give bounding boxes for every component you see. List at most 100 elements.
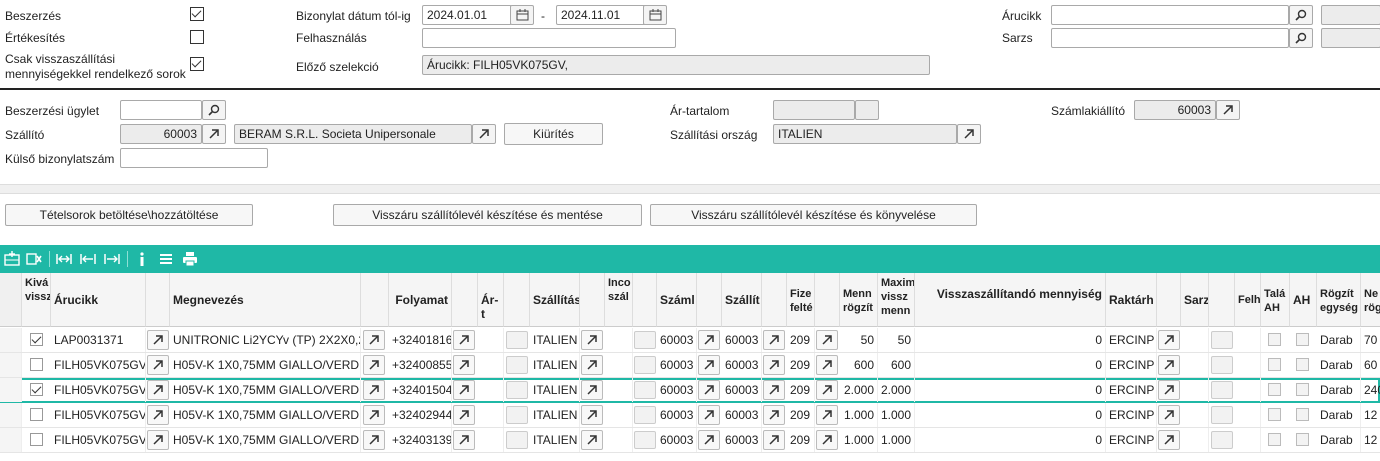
cell-sarz[interactable] [1181, 428, 1209, 452]
fize-open-button[interactable] [816, 430, 838, 450]
cell-szallitas[interactable]: ITALIEN [530, 378, 580, 402]
szallitas-open-button[interactable] [581, 355, 603, 375]
cell-megnevezes[interactable]: H05V-K 1X0,75MM GIALLO/VERDE [170, 378, 361, 402]
cell-maxi[interactable]: 50 [878, 328, 915, 352]
cell-art[interactable] [478, 403, 504, 427]
header-inco[interactable]: Inco szál [605, 273, 633, 327]
beszerzes-checkbox[interactable] [190, 7, 204, 21]
insert-row-icon[interactable] [4, 251, 20, 267]
cell-felh[interactable] [1235, 328, 1261, 352]
raktar-open-button[interactable] [1158, 430, 1180, 450]
szallito-open-button[interactable] [763, 430, 785, 450]
table-row[interactable]: LAP0031371 UNITRONIC Li2YCYv (TP) 2X2X0,2… [0, 328, 1380, 353]
cell-folyamat[interactable]: +32400855 [389, 353, 452, 377]
print-icon[interactable] [182, 251, 198, 267]
calendar-from-button[interactable] [510, 5, 534, 25]
row-indicator[interactable] [0, 328, 22, 352]
datum-from-input[interactable]: 2024.01.01 [422, 5, 512, 25]
tala-ah-checkbox[interactable] [1268, 383, 1281, 396]
szamla-open-button[interactable] [698, 430, 720, 450]
szallito-open-button[interactable] [763, 405, 785, 425]
cell-szamla[interactable]: 60003 [657, 403, 697, 427]
cell-fize[interactable]: 209 [787, 403, 815, 427]
szamlakiallito-open-button[interactable] [1216, 100, 1240, 120]
cell-rogzitett-egyseg[interactable]: Darab [1317, 328, 1361, 352]
cell-visszaszallitando[interactable]: 0 [915, 353, 1106, 377]
folyamat-open-button[interactable] [453, 405, 475, 425]
header-menny[interactable]: Menn rögzít [840, 273, 878, 327]
datum-to-input[interactable]: 2024.11.01 [556, 5, 646, 25]
header-art[interactable]: Ár-t [478, 273, 504, 327]
cell-felh[interactable] [1235, 353, 1261, 377]
kiurites-button[interactable]: Kiürítés [504, 123, 603, 145]
header-raktar[interactable]: Raktárh [1106, 273, 1157, 327]
header-szamla[interactable]: Száml [657, 273, 697, 327]
szallitas-open-button[interactable] [581, 405, 603, 425]
header-kivalasztas[interactable]: Kivá visszá [22, 273, 51, 327]
header-megnevezes[interactable]: Megnevezés [170, 273, 361, 327]
cell-szamla[interactable]: 60003 [657, 378, 697, 402]
raktar-open-button[interactable] [1158, 355, 1180, 375]
header-visszaszallitando[interactable]: Visszaszállítandó mennyiség [915, 273, 1106, 327]
cell-rogzitett-egyseg[interactable]: Darab [1317, 428, 1361, 452]
cell-szallitas[interactable]: ITALIEN [530, 403, 580, 427]
cell-felh[interactable] [1235, 378, 1261, 402]
szallito-open-button[interactable] [763, 380, 785, 400]
table-row[interactable]: FILH05VK075GV H05V-K 1X0,75MM GIALLO/VERD… [0, 353, 1380, 378]
arucikk-open-button[interactable] [147, 405, 169, 425]
arucikk-search-button[interactable] [1289, 5, 1313, 25]
cell-raktar[interactable]: ERCINP [1106, 428, 1157, 452]
row-indicator[interactable] [0, 353, 22, 377]
cell-arucikk[interactable]: FILH05VK075GV [51, 353, 146, 377]
cell-szallitas[interactable]: ITALIEN [530, 428, 580, 452]
megnevezes-open-button[interactable] [363, 355, 385, 375]
cell-inco[interactable] [605, 328, 633, 352]
raktar-open-button[interactable] [1158, 380, 1180, 400]
tala-ah-checkbox[interactable] [1268, 333, 1281, 346]
cell-raktar[interactable]: ERCINP [1106, 403, 1157, 427]
cell-visszaszallitando[interactable]: 0 [915, 328, 1106, 352]
header-felh[interactable]: Felh [1235, 273, 1261, 327]
cell-inco[interactable] [605, 428, 633, 452]
cell-fize[interactable]: 209 [787, 328, 815, 352]
delete-row-icon[interactable] [26, 251, 42, 267]
fit-columns-icon[interactable] [56, 251, 72, 267]
row-select-checkbox[interactable] [30, 433, 43, 446]
cell-megnevezes[interactable]: H05V-K 1X0,75MM GIALLO/VERDE [170, 353, 361, 377]
tala-ah-checkbox[interactable] [1268, 433, 1281, 446]
cell-megnevezes[interactable]: UNITRONIC Li2YCYv (TP) 2X2X0,25 [170, 328, 361, 352]
szallito-open-button[interactable] [763, 355, 785, 375]
cell-art[interactable] [478, 328, 504, 352]
cell-fize[interactable]: 209 [787, 378, 815, 402]
szallitas-open-button[interactable] [581, 380, 603, 400]
cell-rogzitett-egyseg[interactable]: Darab [1317, 378, 1361, 402]
cell-art[interactable] [478, 378, 504, 402]
cell-folyamat[interactable]: +32403139 [389, 428, 452, 452]
expand-columns-icon[interactable] [104, 251, 120, 267]
row-select-checkbox[interactable] [30, 383, 43, 396]
cell-sarz[interactable] [1181, 328, 1209, 352]
cell-art[interactable] [478, 353, 504, 377]
megnevezes-open-button[interactable] [363, 380, 385, 400]
cell-ne[interactable]: 70 [1361, 328, 1380, 352]
cell-szamla[interactable]: 60003 [657, 353, 697, 377]
folyamat-open-button[interactable] [453, 355, 475, 375]
szallito-name-open-button[interactable] [472, 124, 496, 144]
cell-maxi[interactable]: 1.000 [878, 428, 915, 452]
ah-checkbox[interactable] [1296, 433, 1309, 446]
header-arucikk[interactable]: Árucikk [51, 273, 146, 327]
cell-raktar[interactable]: ERCINP [1106, 353, 1157, 377]
cell-ne[interactable]: 60 [1361, 353, 1380, 377]
table-row[interactable]: FILH05VK075GV H05V-K 1X0,75MM GIALLO/VERD… [0, 403, 1380, 428]
cell-felh[interactable] [1235, 428, 1261, 452]
cell-arucikk[interactable]: FILH05VK075GV [51, 428, 146, 452]
cell-menny[interactable]: 1.000 [840, 428, 878, 452]
cell-folyamat[interactable]: +32402944 [389, 403, 452, 427]
fize-open-button[interactable] [816, 380, 838, 400]
cell-art[interactable] [478, 428, 504, 452]
header-ah[interactable]: AH [1290, 273, 1317, 327]
cell-rogzitett-egyseg[interactable]: Darab [1317, 353, 1361, 377]
cell-menny[interactable]: 2.000 [840, 378, 878, 402]
header-rogzitett-egyseg[interactable]: Rögzít egység [1317, 273, 1361, 327]
cell-sarz[interactable] [1181, 378, 1209, 402]
